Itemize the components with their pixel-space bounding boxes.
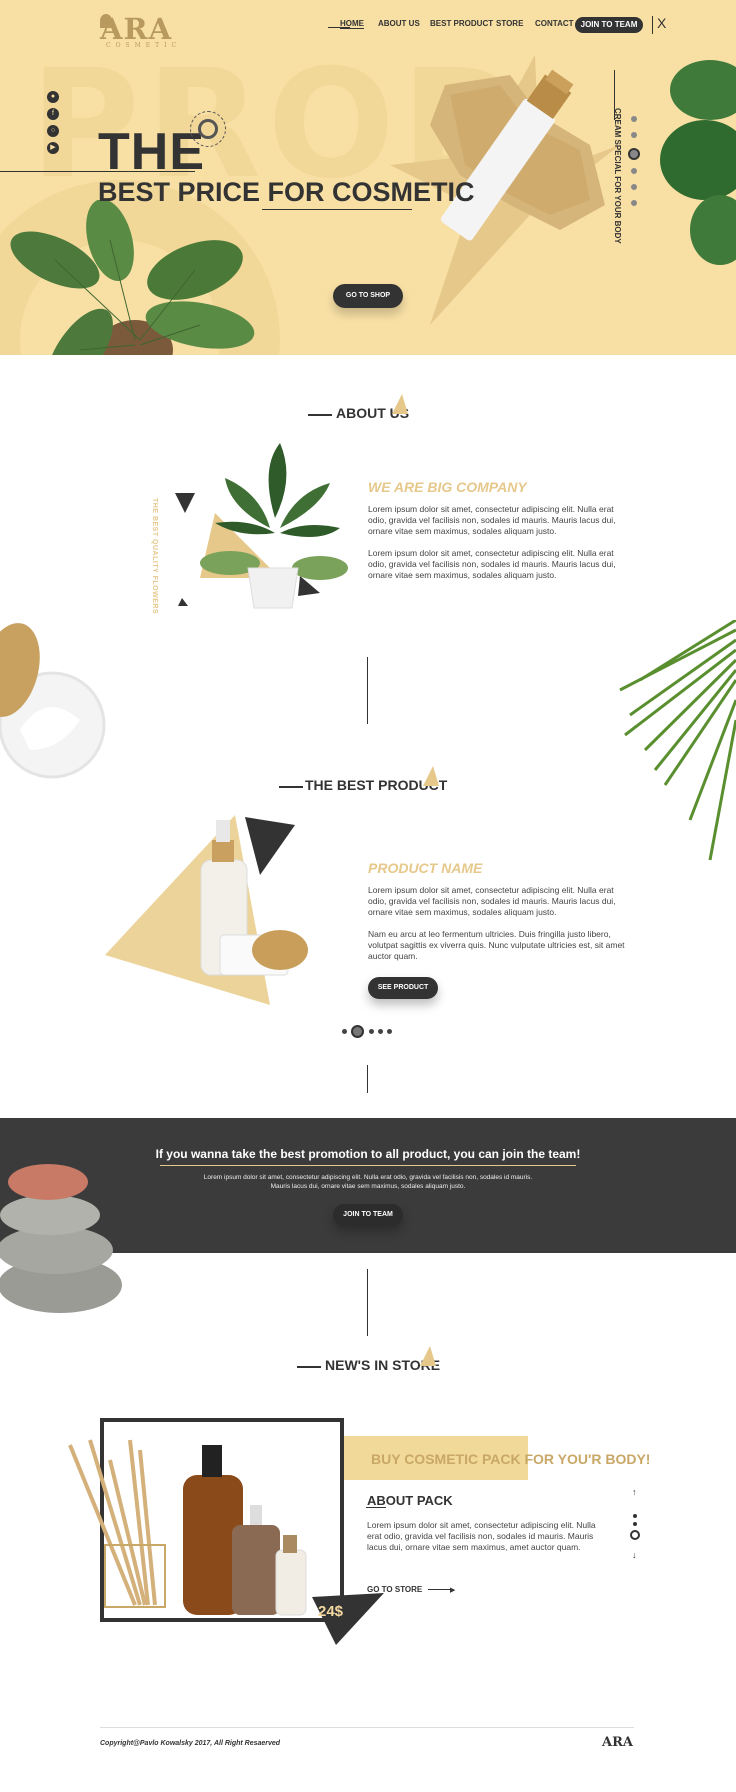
about-vertical-text: THE BEST QUALITY FLOWERS	[151, 498, 158, 615]
carousel-dot-active[interactable]	[351, 1025, 364, 1038]
gold-triangle-icon	[392, 394, 408, 414]
about-title-line	[308, 414, 332, 416]
slider-dot[interactable]	[631, 184, 637, 190]
snapchat-icon[interactable]: ●	[47, 91, 59, 103]
slider-dot[interactable]	[631, 132, 637, 138]
facebook-icon[interactable]: f	[47, 108, 59, 120]
carousel-dot[interactable]	[369, 1029, 374, 1034]
pager-dot-active[interactable]	[630, 1530, 640, 1540]
potted-plant-illustration	[175, 443, 348, 609]
section-divider	[367, 1269, 368, 1336]
instagram-icon[interactable]: ○	[47, 125, 59, 137]
promo-underline	[160, 1165, 576, 1166]
store-title-line	[297, 1366, 321, 1368]
nav-home[interactable]: HOME	[340, 19, 364, 29]
plant-illustration	[10, 200, 255, 355]
spa-stones-illustration	[0, 1164, 122, 1313]
footer-copyright: Copyright@Pavlo Kowalsky 2017, All Right…	[100, 1740, 281, 1747]
product-heading: PRODUCT NAME	[368, 860, 483, 876]
slider-dot[interactable]	[631, 200, 637, 206]
slider-dot[interactable]	[631, 168, 637, 174]
go-to-shop-button[interactable]: GO TO SHOP	[333, 284, 403, 308]
footer-divider	[100, 1727, 634, 1728]
hero-ring-inner	[198, 119, 218, 139]
nav-contact[interactable]: CONTACT	[535, 19, 574, 28]
arrow-up-icon[interactable]: ↑	[632, 1487, 637, 1497]
see-product-button[interactable]: SEE PRODUCT	[368, 977, 438, 999]
pager-dot[interactable]	[633, 1522, 637, 1526]
nav-separator	[652, 16, 653, 34]
carousel-dot[interactable]	[342, 1029, 347, 1034]
promo-join-button[interactable]: JOIN TO TEAM	[333, 1204, 403, 1226]
arrow-down-icon[interactable]: ↓	[632, 1550, 637, 1560]
carousel-dot[interactable]	[387, 1029, 392, 1034]
nav-about[interactable]: ABOUT US	[378, 19, 420, 28]
gold-triangle-icon	[420, 1346, 436, 1366]
palm-leaf-illustration	[619, 620, 736, 861]
arrow-head-icon: ▶	[450, 1587, 456, 1594]
about-paragraph-2: Lorem ipsum dolor sit amet, consectetur …	[368, 548, 616, 580]
monstera-leaf-illustration	[660, 60, 736, 265]
hero-section: PROD THE BEST PRICE FOR COSMETIC GO TO S…	[0, 0, 736, 355]
about-heading: WE ARE BIG COMPANY	[368, 479, 527, 495]
about-pack-heading: ABOUT PACK	[367, 1493, 453, 1508]
nav-store[interactable]: STORE	[496, 19, 523, 28]
about-pack-text: Lorem ipsum dolor sit amet, consectetur …	[367, 1520, 596, 1552]
carousel-dot[interactable]	[378, 1029, 383, 1034]
go-to-store-link[interactable]: GO TO STORE	[367, 1585, 422, 1594]
youtube-icon[interactable]: ▶	[47, 142, 59, 154]
promo-text: Lorem ipsum dolor sit amet, consectetur …	[203, 1174, 533, 1190]
product-illustration	[105, 815, 308, 1005]
section-divider	[367, 1065, 368, 1093]
price-label: 24$	[318, 1603, 344, 1620]
product-paragraph-1: Lorem ipsum dolor sit amet, consectetur …	[368, 885, 616, 917]
nav-best-product[interactable]: BEST PRODUCT	[430, 19, 493, 28]
footer-logo[interactable]: ARA	[602, 1735, 633, 1750]
logo-leaf-icon	[100, 14, 112, 28]
product-title-line	[279, 786, 303, 788]
cream-jar-illustration	[0, 623, 106, 779]
hero-title: THE	[98, 123, 205, 181]
join-to-team-button[interactable]: JOIN TO TEAM	[575, 17, 643, 33]
hero-subtitle: BEST PRICE FOR COSMETIC	[98, 177, 475, 207]
pager-dot[interactable]	[633, 1514, 637, 1518]
section-divider	[367, 657, 368, 724]
store-banner-text: BUY COSMETIC PACK FOR YOU'R BODY!	[371, 1451, 651, 1467]
slider-dot-active[interactable]	[628, 148, 640, 160]
hero-subtitle-underline	[262, 209, 412, 210]
gold-triangle-icon	[423, 766, 439, 786]
product-paragraph-2: Nam eu arcu at leo fermentum ultricies. …	[368, 929, 625, 961]
slider-dot[interactable]	[631, 116, 637, 122]
close-icon[interactable]: X	[657, 15, 666, 31]
hero-vertical-text: CREAM SPECIAL FOR YOUR BODY	[613, 108, 622, 244]
about-paragraph-1: Lorem ipsum dolor sit amet, consectetur …	[368, 504, 616, 536]
brand-logo[interactable]: ARA COSMETIC	[100, 12, 181, 49]
